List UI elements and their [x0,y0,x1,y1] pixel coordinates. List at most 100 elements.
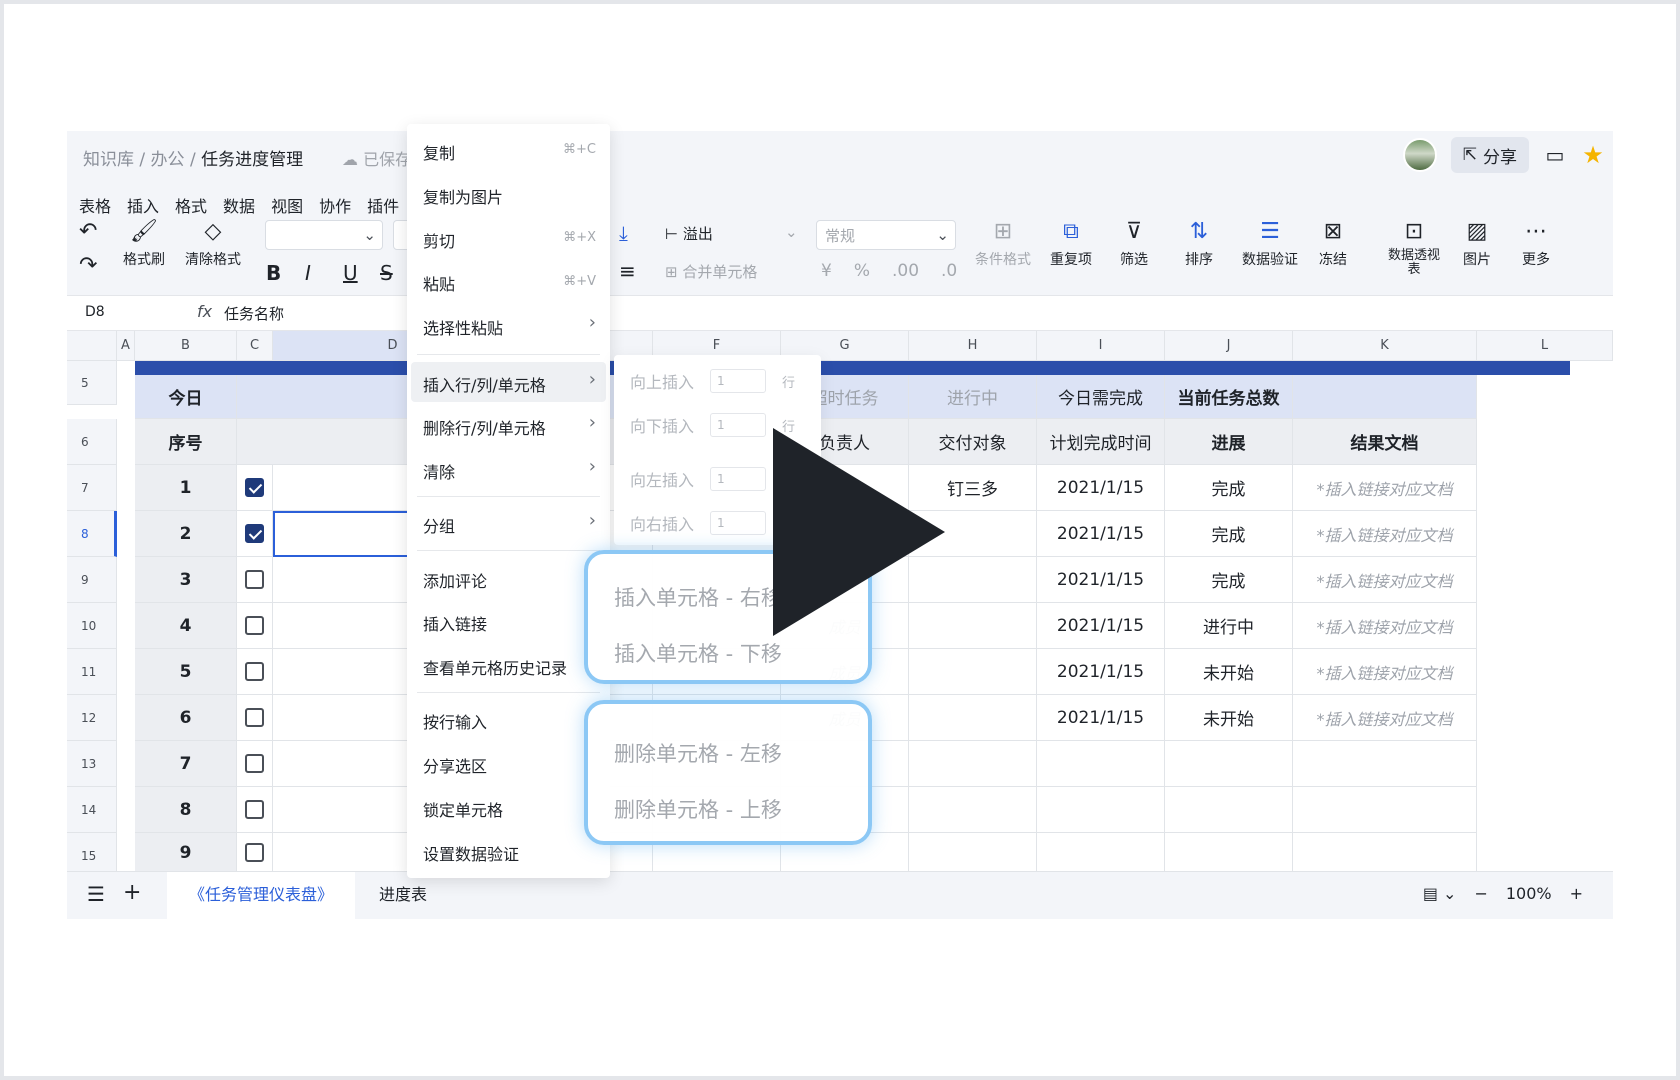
col-header-i[interactable]: I [1037,331,1165,361]
result-doc-cell[interactable]: *插入链接对应文档 [1293,695,1477,741]
result-doc-cell[interactable] [1293,787,1477,833]
target-cell[interactable] [909,741,1037,787]
target-cell[interactable] [909,695,1037,741]
format-painter-button[interactable]: 🖌 格式刷 [123,213,165,269]
font-select[interactable]: ⌄ [265,220,383,250]
row-header[interactable]: 9 [67,557,117,603]
percent-icon[interactable]: % [854,261,870,281]
checkbox-cell[interactable] [237,787,273,833]
status-cell[interactable] [1165,833,1293,873]
validation-button[interactable]: ☰ 数据验证 [1242,213,1298,269]
task-number-cell[interactable]: 2 [135,511,237,557]
breadcrumb[interactable]: 知识库 / 办公 / 任务进度管理 [83,145,303,170]
result-doc-cell[interactable]: *插入链接对应文档 [1293,649,1477,695]
row-header[interactable]: 7 [67,465,117,511]
formula-input[interactable]: 任务名称 [224,303,284,324]
pivot-button[interactable]: ⊡ 数据透视表 [1382,213,1446,277]
col-header-j[interactable]: J [1165,331,1293,361]
result-doc-cell[interactable]: *插入链接对应文档 [1293,603,1477,649]
sheet-list-icon[interactable]: ☰ [87,882,105,906]
task-number-cell[interactable]: 8 [135,787,237,833]
more-button[interactable]: ⋯ 更多 [1522,213,1550,269]
decrease-decimal-icon[interactable]: .0 [941,261,957,281]
task-checkbox[interactable] [245,616,264,635]
menu-cut[interactable]: 剪切 [423,228,455,252]
present-icon[interactable]: ▭ [1543,143,1567,167]
conditional-format-button[interactable]: ⊞ 条件格式 [975,213,1031,269]
task-checkbox[interactable] [245,524,264,543]
plan-date-cell[interactable]: 2021/1/15 [1037,511,1165,557]
submenu-insert-down[interactable]: 向下插入 1 行 [630,413,795,437]
status-cell[interactable]: 完成 [1165,511,1293,557]
overflow-select[interactable]: ⊢ 溢出 ⌄ [665,223,798,244]
row-header[interactable]: 14 [67,787,117,833]
menu-paste-special[interactable]: 选择性粘贴 [423,315,503,339]
menu-row-input[interactable]: 按行输入 [423,709,487,733]
plan-date-cell[interactable] [1037,741,1165,787]
task-checkbox[interactable] [245,570,264,589]
task-checkbox[interactable] [245,478,264,497]
submenu-insert-right[interactable]: 向右插入 1 [630,511,767,535]
checkbox-cell[interactable] [237,511,273,557]
filter-button[interactable]: ⊽ 筛选 [1120,213,1148,269]
target-cell[interactable] [909,649,1037,695]
sheet-tab-dashboard[interactable]: 《任务管理仪表盘》 [167,872,356,919]
task-checkbox[interactable] [245,708,264,727]
task-number-cell[interactable]: 4 [135,603,237,649]
status-cell[interactable]: 完成 [1165,557,1293,603]
strikethrough-icon[interactable]: S [380,261,393,285]
checkbox-cell[interactable] [237,603,273,649]
row-header[interactable]: 12 [67,695,117,741]
duplicate-button[interactable]: ⧉ 重复项 [1050,213,1092,269]
zoom-level[interactable]: 100% [1506,884,1552,903]
callout-insert-right[interactable]: 插入单元格 - 右移 [614,582,782,612]
menu-add-comment[interactable]: 添加评论 [423,568,487,592]
task-number-cell[interactable]: 6 [135,695,237,741]
task-number-cell[interactable]: 1 [135,465,237,511]
zoom-out-icon[interactable]: − [1474,884,1487,903]
sheet-tab-progress[interactable]: 进度表 [357,872,449,919]
menu-delete-cells[interactable]: 删除行/列/单元格 [423,415,546,439]
plan-date-cell[interactable]: 2021/1/15 [1037,557,1165,603]
insert-left-count[interactable]: 1 [710,467,767,491]
star-icon[interactable]: ★ [1581,141,1605,169]
row-header[interactable]: 10 [67,603,117,649]
row-header[interactable]: 8 [67,511,117,557]
sort-button[interactable]: ⇅ 排序 [1185,213,1213,269]
zoom-in-icon[interactable]: + [1570,884,1583,903]
status-cell[interactable]: 进行中 [1165,603,1293,649]
checkbox-cell[interactable] [237,465,273,511]
task-number-cell[interactable]: 3 [135,557,237,603]
status-cell[interactable]: 完成 [1165,465,1293,511]
menu-cell-history[interactable]: 查看单元格历史记录 [423,655,567,679]
result-doc-cell[interactable]: *插入链接对应文档 [1293,511,1477,557]
menu-insert-link[interactable]: 插入链接 [423,611,487,635]
cell-reference[interactable]: D8 [85,304,105,320]
insert-right-count[interactable]: 1 [710,511,767,535]
add-sheet-icon[interactable]: + [123,880,141,905]
checkbox-cell[interactable] [237,741,273,787]
plan-date-cell[interactable]: 2021/1/15 [1037,465,1165,511]
row-header[interactable]: 13 [67,741,117,787]
menu-share-selection[interactable]: 分享选区 [423,753,487,777]
checkbox-cell[interactable] [237,649,273,695]
currency-icon[interactable]: ¥ [821,261,832,281]
menu-lock-cells[interactable]: 锁定单元格 [423,797,503,821]
task-checkbox[interactable] [245,754,264,773]
redo-button[interactable]: ↷ [79,247,97,283]
breadcrumb-path[interactable]: 知识库 / 办公 / [83,150,196,170]
row-header[interactable]: 6 [67,419,117,465]
view-mode-icon[interactable]: ▤ ⌄ [1423,884,1457,903]
plan-date-cell[interactable]: 2021/1/15 [1037,695,1165,741]
align-bottom-icon[interactable]: ⤓ [619,221,628,245]
checkbox-cell[interactable] [237,695,273,741]
underline-icon[interactable]: U [343,261,358,285]
task-checkbox[interactable] [245,800,264,819]
checkbox-cell[interactable] [237,833,273,873]
play-icon[interactable] [773,428,945,636]
freeze-button[interactable]: ⊠ 冻结 [1319,213,1347,269]
wrap-icon[interactable]: ≡ [619,259,636,283]
submenu-insert-left[interactable]: 向左插入 1 [630,467,767,491]
plan-date-cell[interactable] [1037,833,1165,873]
result-doc-cell[interactable]: *插入链接对应文档 [1293,557,1477,603]
